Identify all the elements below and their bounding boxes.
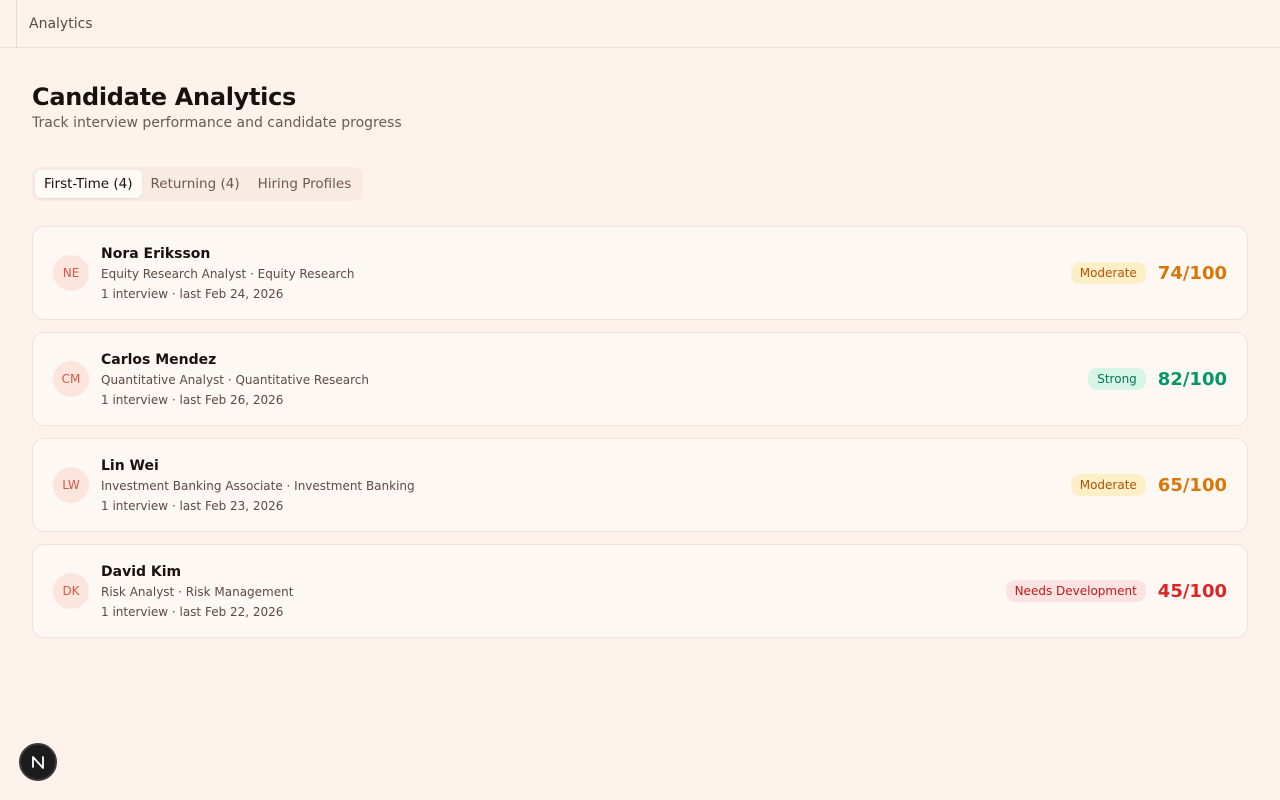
candidate-meta: 1 interview · last Feb 24, 2026: [101, 286, 284, 301]
candidate-rating: Strong 82/100: [1088, 368, 1227, 390]
status-badge: Strong: [1088, 368, 1146, 390]
candidate-role: Risk Analyst · Risk Management: [101, 584, 294, 599]
candidate-list: NE Nora Eriksson Equity Research Analyst…: [32, 226, 1248, 638]
candidate-info: Nora Eriksson Equity Research Analyst · …: [101, 245, 1071, 302]
avatar: LW: [53, 467, 89, 503]
status-badge: Moderate: [1070, 474, 1146, 496]
candidate-role: Quantitative Analyst · Quantitative Rese…: [101, 372, 369, 387]
candidate-meta: 1 interview · last Feb 23, 2026: [101, 498, 284, 513]
candidate-score: 45/100: [1157, 580, 1227, 602]
main-content: Candidate Analytics Track interview perf…: [0, 48, 1280, 638]
tab-hiring-profiles[interactable]: Hiring Profiles: [249, 170, 361, 198]
candidate-card[interactable]: NE Nora Eriksson Equity Research Analyst…: [32, 226, 1248, 320]
page-title: Candidate Analytics: [32, 83, 297, 111]
candidate-card[interactable]: LW Lin Wei Investment Banking Associate …: [32, 438, 1248, 532]
avatar: CM: [53, 361, 89, 397]
candidate-info: Lin Wei Investment Banking Associate · I…: [101, 457, 1071, 514]
candidate-card[interactable]: DK David Kim Risk Analyst · Risk Managem…: [32, 544, 1248, 638]
candidate-rating: Needs Development 45/100: [1005, 580, 1227, 602]
top-bar: Analytics: [0, 0, 1280, 48]
status-badge: Moderate: [1070, 262, 1146, 284]
avatar: NE: [53, 255, 89, 291]
avatar: DK: [53, 573, 89, 609]
candidate-score: 82/100: [1157, 368, 1227, 390]
candidate-name: Lin Wei: [101, 457, 159, 474]
candidate-role: Investment Banking Associate · Investmen…: [101, 478, 415, 493]
tab-bar: First-Time (4) Returning (4) Hiring Prof…: [32, 167, 364, 201]
tab-returning[interactable]: Returning (4): [142, 170, 249, 198]
candidate-name: Carlos Mendez: [101, 351, 217, 368]
candidate-meta: 1 interview · last Feb 26, 2026: [101, 392, 284, 407]
n-logo-icon: [32, 756, 44, 769]
candidate-card[interactable]: CM Carlos Mendez Quantitative Analyst · …: [32, 332, 1248, 426]
candidate-score: 74/100: [1157, 262, 1227, 284]
candidate-role: Equity Research Analyst · Equity Researc…: [101, 266, 355, 281]
candidate-name: David Kim: [101, 563, 182, 580]
breadcrumb[interactable]: Analytics: [29, 16, 93, 32]
candidate-info: David Kim Risk Analyst · Risk Management…: [101, 563, 1006, 620]
top-bar-divider: [16, 0, 17, 48]
candidate-rating: Moderate 65/100: [1070, 474, 1227, 496]
candidate-name: Nora Eriksson: [101, 245, 211, 262]
page-subtitle: Track interview performance and candidat…: [32, 115, 402, 131]
candidate-score: 65/100: [1157, 474, 1227, 496]
status-badge: Needs Development: [1005, 580, 1146, 602]
candidate-meta: 1 interview · last Feb 22, 2026: [101, 604, 284, 619]
candidate-rating: Moderate 74/100: [1070, 262, 1227, 284]
tab-first-time[interactable]: First-Time (4): [35, 170, 142, 198]
n-logo-button[interactable]: [19, 743, 57, 781]
candidate-info: Carlos Mendez Quantitative Analyst · Qua…: [101, 351, 1088, 408]
